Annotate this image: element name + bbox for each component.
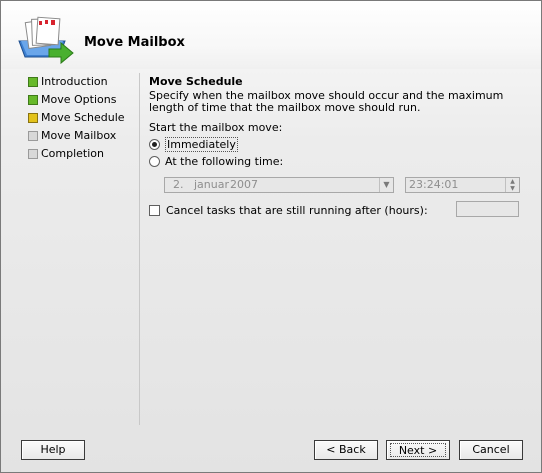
at-following-time-radio[interactable] [149, 156, 160, 167]
step-status-icon [28, 77, 38, 87]
step-label: Move Options [41, 93, 117, 106]
next-button[interactable]: Next > [386, 440, 450, 460]
step-label: Completion [41, 147, 105, 160]
section-description: Specify when the mailbox move should occ… [149, 89, 504, 114]
step-label: Introduction [41, 75, 108, 88]
step-status-icon [28, 149, 38, 159]
immediately-radio-label[interactable]: Immediately [165, 137, 238, 152]
nav-divider [139, 73, 140, 425]
spinner-icon: ▲ ▼ [505, 178, 519, 192]
help-button[interactable]: Help [21, 440, 85, 460]
at-following-time-radio-label[interactable]: At the following time: [165, 155, 283, 168]
wizard-title: Move Mailbox [84, 35, 185, 50]
step-status-icon [28, 131, 38, 141]
radio-selected-dot [152, 142, 157, 147]
cancel-button[interactable]: Cancel [459, 440, 523, 460]
wizard-header: Move Mailbox [1, 1, 541, 69]
step-label: Move Schedule [41, 111, 125, 124]
date-day: 2. [173, 178, 184, 191]
time-value: 23:24:01 [409, 178, 459, 191]
step-status-icon [28, 95, 38, 105]
next-button-label: Next > [390, 443, 446, 457]
move-mailbox-wizard-window: Move Mailbox Introduction Move Options M… [0, 0, 542, 473]
cancel-tasks-checkbox[interactable] [149, 205, 160, 216]
date-month: januar [194, 178, 230, 191]
hours-input [456, 201, 519, 217]
start-move-label: Start the mailbox move: [149, 121, 283, 134]
date-picker: 2. januar 2007 ▼ [164, 177, 394, 193]
cancel-tasks-label[interactable]: Cancel tasks that are still running afte… [166, 204, 428, 217]
time-picker: 23:24:01 ▲ ▼ [405, 177, 520, 193]
back-button[interactable]: < Back [314, 440, 378, 460]
mailbox-move-icon [18, 16, 74, 65]
chevron-down-icon: ▼ [379, 178, 393, 192]
step-status-icon [28, 113, 38, 123]
step-label: Move Mailbox [41, 129, 117, 142]
section-title: Move Schedule [149, 75, 243, 88]
immediately-radio[interactable] [149, 139, 160, 150]
date-year: 2007 [230, 178, 258, 191]
